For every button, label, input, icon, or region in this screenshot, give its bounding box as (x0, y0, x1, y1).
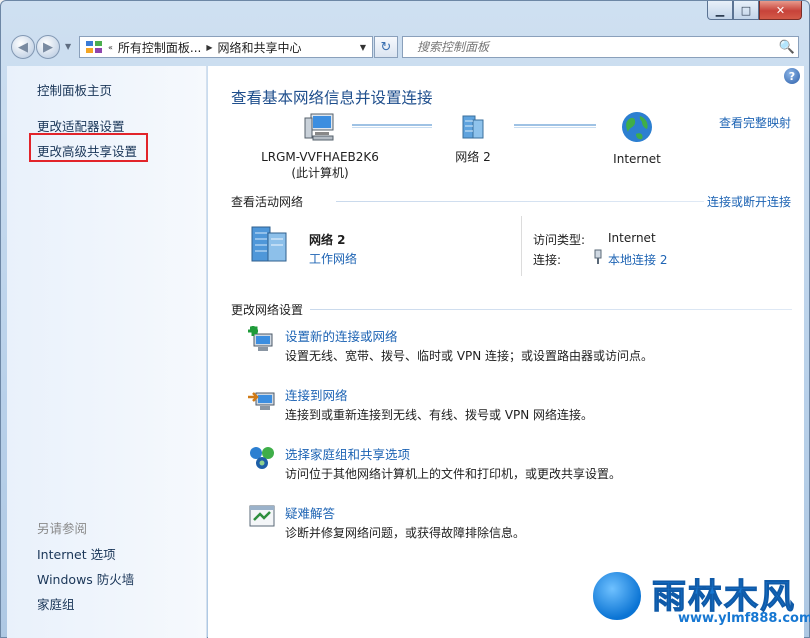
task-link[interactable]: 连接到网络 (285, 385, 348, 404)
search-input[interactable] (403, 38, 776, 56)
work-network-icon[interactable] (248, 221, 292, 265)
globe-icon (622, 112, 652, 142)
sidebar-item-control-panel-home[interactable]: 控制面板主页 (37, 80, 112, 99)
watermark-logo-icon (590, 569, 644, 623)
map-connector-line (352, 124, 432, 128)
network-icon (462, 115, 484, 139)
back-arrow-icon: ◀ (18, 39, 28, 55)
ethernet-icon (594, 249, 602, 264)
maximize-button[interactable]: □ (733, 1, 759, 20)
active-networks-heading: 查看活动网络 (231, 195, 304, 209)
task-description: 访问位于其他网络计算机上的文件和打印机，或更改共享设置。 (285, 467, 622, 481)
access-type-value: Internet (608, 231, 656, 245)
search-icon[interactable]: 🔍 (776, 40, 798, 55)
connection-label: 连接: (533, 253, 562, 267)
internet-label: Internet (613, 152, 661, 166)
sidebar-item-internet-options[interactable]: Internet 选项 (37, 544, 116, 563)
task-troubleshoot[interactable]: 疑难解答 诊断并修复网络问题，或获得故障排除信息。 (248, 503, 788, 549)
see-also-heading: 另请参阅 (37, 521, 88, 536)
active-network-name: 网络 2 (309, 233, 346, 247)
task-setup-connection[interactable]: 设置新的连接或网络 设置无线、宽带、拨号、临时或 VPN 连接；或设置路由器或访… (248, 326, 788, 372)
address-overflow-chevron[interactable]: « (107, 43, 114, 52)
forward-button[interactable]: ▶ (36, 35, 60, 59)
computer-name: LRGM-VVFHAEB2K6 (261, 150, 379, 164)
task-link[interactable]: 设置新的连接或网络 (285, 326, 398, 345)
troubleshoot-icon (249, 505, 275, 527)
task-link[interactable]: 疑难解答 (285, 503, 335, 522)
task-description: 设置无线、宽带、拨号、临时或 VPN 连接；或设置路由器或访问点。 (285, 349, 654, 363)
main-content: ? 查看基本网络信息并设置连接 查看完整映射 LRGM-VVFHAEB2K6 (… (208, 66, 804, 638)
view-full-map-link[interactable]: 查看完整映射 (719, 114, 791, 131)
window-controls: ▁ □ ✕ (707, 1, 802, 20)
breadcrumb-separator-icon[interactable]: ▶ (205, 43, 213, 52)
map-node-computer[interactable]: LRGM-VVFHAEB2K6 (此计算机) (250, 112, 390, 181)
connect-disconnect-link[interactable]: 连接或断开连接 (707, 193, 791, 210)
page-title: 查看基本网络信息并设置连接 (231, 89, 433, 107)
change-settings-heading: 更改网络设置 (231, 303, 304, 317)
help-icon[interactable]: ? (784, 68, 800, 84)
watermark-url: www.ylmf888.com (678, 611, 810, 626)
sidebar-item-homegroup[interactable]: 家庭组 (37, 594, 75, 613)
map-node-internet[interactable]: Internet (597, 110, 677, 167)
forward-arrow-icon: ▶ (43, 39, 53, 55)
computer-icon (304, 113, 334, 141)
map-connector-line (514, 124, 596, 128)
search-box[interactable]: 🔍 (402, 36, 799, 58)
task-description: 诊断并修复网络问题，或获得故障排除信息。 (285, 526, 526, 540)
new-connection-icon (248, 326, 273, 351)
connect-network-icon (248, 392, 275, 410)
section-divider (310, 309, 792, 310)
address-bar[interactable]: « 所有控制面板... ▶ 网络和共享中心 ▼ (79, 36, 373, 58)
network-name: 网络 2 (455, 150, 491, 164)
map-node-network[interactable]: 网络 2 (433, 112, 513, 165)
task-link[interactable]: 选择家庭组和共享选项 (285, 444, 410, 463)
refresh-button[interactable]: ↻ (374, 36, 398, 58)
task-connect-network[interactable]: 连接到网络 连接到或重新连接到无线、有线、拨号或 VPN 网络连接。 (248, 385, 788, 431)
navigation-bar: ◀ ▶ ▼ « 所有控制面板... ▶ 网络和共享中心 ▼ ↻ 🔍 (7, 30, 805, 62)
computer-subtitle: (此计算机) (291, 166, 349, 180)
sidebar: 控制面板主页 更改适配器设置 更改高级共享设置 另请参阅 Internet 选项… (7, 66, 207, 638)
refresh-icon: ↻ (380, 39, 392, 55)
breadcrumb-all-control-panel[interactable]: 所有控制面板... (114, 39, 205, 56)
watermark: 雨林木风 www.ylmf888.com (590, 569, 810, 631)
homegroup-icon (250, 447, 274, 469)
address-dropdown-icon[interactable]: ▼ (354, 43, 372, 52)
local-connection-link[interactable]: 本地连接 2 (608, 251, 667, 268)
vertical-divider (521, 216, 522, 276)
task-description: 连接到或重新连接到无线、有线、拨号或 VPN 网络连接。 (285, 408, 594, 422)
sidebar-item-windows-firewall[interactable]: Windows 防火墙 (37, 569, 134, 588)
task-homegroup-sharing[interactable]: 选择家庭组和共享选项 访问位于其他网络计算机上的文件和打印机，或更改共享设置。 (248, 444, 788, 490)
access-type-label: 访问类型: (533, 233, 586, 247)
control-panel-icon (86, 41, 102, 53)
back-button[interactable]: ◀ (11, 35, 35, 59)
recent-pages-dropdown[interactable]: ▼ (65, 42, 71, 51)
close-button[interactable]: ✕ (759, 1, 802, 20)
section-divider (336, 201, 704, 202)
minimize-button[interactable]: ▁ (707, 1, 733, 20)
breadcrumb-network-sharing-center[interactable]: 网络和共享中心 (214, 39, 306, 56)
network-type-link[interactable]: 工作网络 (309, 250, 357, 267)
red-highlight-box (29, 133, 148, 162)
